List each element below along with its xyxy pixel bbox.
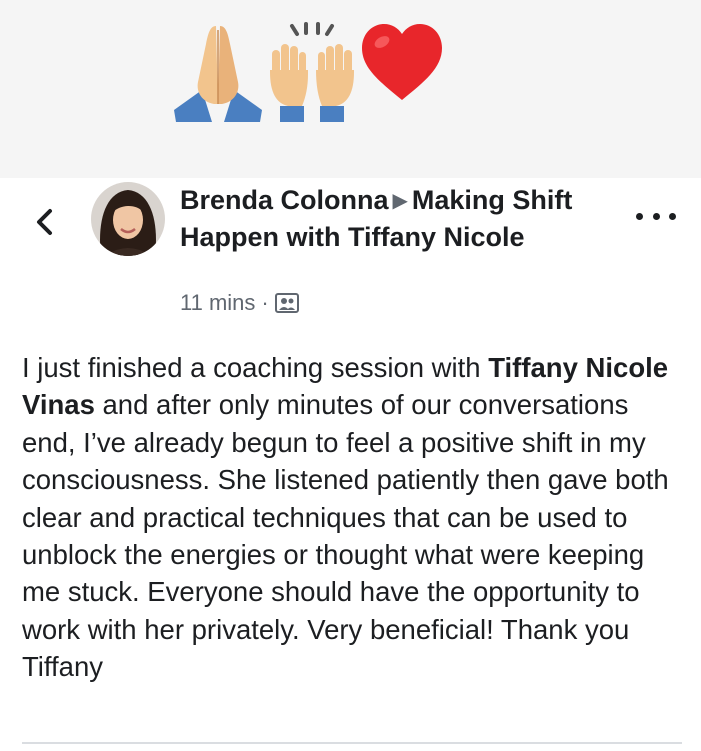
meta-separator: ·	[261, 290, 269, 315]
author-name[interactable]: Brenda Colonna	[180, 185, 389, 215]
more-options-button[interactable]	[636, 208, 676, 224]
divider	[22, 742, 682, 744]
back-arrow-icon[interactable]	[30, 205, 60, 239]
folded-hands-icon	[174, 26, 262, 122]
avatar[interactable]	[91, 182, 165, 256]
share-arrow-icon: ▶	[392, 190, 408, 212]
emoji-row	[172, 22, 452, 132]
more-dot	[636, 212, 643, 220]
more-dot	[652, 212, 660, 220]
emoji-banner	[0, 0, 701, 178]
more-dot	[669, 212, 676, 220]
post-timestamp[interactable]: 11 mins	[180, 290, 255, 316]
raising-hands-icon	[270, 22, 354, 122]
post-text-part-1: I just finished a coaching session with	[22, 352, 489, 383]
red-heart-icon	[362, 24, 442, 100]
post-meta: 11 mins ·	[180, 290, 299, 316]
group-audience-icon	[274, 293, 299, 313]
post-body: I just finished a coaching session with …	[22, 349, 686, 686]
post-header: Brenda Colonna ▶ Making Shift Happen with …	[180, 182, 600, 255]
post-text-part-2: and after only minutes of our conversati…	[22, 389, 669, 683]
post-card: Brenda Colonna ▶ Making Shift Happen with …	[0, 178, 701, 751]
